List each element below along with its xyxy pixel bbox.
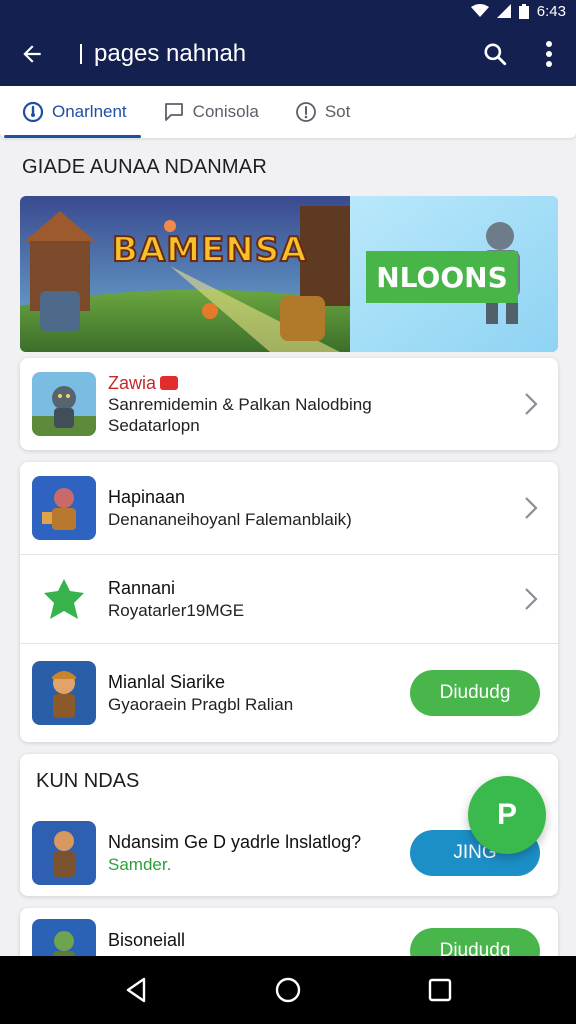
chevron-right-icon [525,588,538,610]
system-nav-bar [0,956,576,1024]
fab-label: P [496,798,517,831]
item-title: Zawia [108,372,157,393]
app-list-card: Hapinaan Denananeihoyanl Falemanblaik) R… [20,462,558,742]
chat-icon [164,103,183,121]
battery-icon [518,3,529,19]
page-title: pages nahnah [94,40,247,67]
app-thumbnail [32,567,96,631]
tab-bar: Onarlnent Conisola Sot [0,86,576,138]
tab-conisola[interactable]: Conisola [141,86,273,138]
list-item[interactable]: Zawia Sanremidemin & Palkan Nalodbing Se… [20,358,558,450]
item-description-2: Sedatarlopn [108,416,200,436]
search-query-field[interactable]: pages nahnah [80,40,468,68]
featured-banner[interactable]: BAMENSA NLOONS [20,196,558,352]
section-title: KUN NDAS [36,770,140,792]
red-badge-icon [160,375,179,390]
signal-icon [496,4,511,18]
app-thumbnail [32,476,96,540]
floating-action-button[interactable]: P [468,776,546,854]
item-title: Rannani [108,578,176,599]
status-bar: 6:43 [0,0,576,22]
tab-sot[interactable]: Sot [273,86,365,138]
list-item[interactable]: Mianlal Siarike Gyaoraein Pragbl Ralian … [20,644,558,742]
nav-home-button[interactable] [258,960,318,1020]
section-title: GIADE AUNAA NDANMAR [22,156,267,178]
banner-game-title: BAMENSA [111,229,308,271]
nav-home-icon [275,977,301,1003]
search-icon [484,43,507,66]
nav-recents-icon [428,978,452,1002]
tab-label: Onarlnent [52,102,127,121]
item-subtitle: Royatarler19MGE [108,600,245,620]
back-button[interactable] [0,22,64,86]
text-cursor [80,44,82,64]
nav-recents-button[interactable] [410,960,470,1020]
featured-item-card[interactable]: Zawia Sanremidemin & Palkan Nalodbing Se… [20,358,558,450]
list-item[interactable]: Rannani Royatarler19MGE [20,555,558,643]
tab-label: Sot [324,102,351,121]
back-arrow-icon [23,45,41,63]
search-button[interactable] [468,22,522,86]
tab-onarlnent[interactable]: Onarlnent [0,86,141,138]
item-title: Hapinaan [108,487,186,508]
chevron-right-icon [525,497,538,519]
banner-promo-text: NLOONS [376,260,508,294]
more-options-button[interactable] [522,22,576,86]
wifi-icon [470,4,489,18]
install-button[interactable]: Diududg [410,670,540,716]
app-thumbnail [32,372,96,436]
tab-label: Conisola [192,102,259,121]
item-subtitle: Denananeihoyanl Falemanblaik) [108,509,352,529]
app-thumbnail [32,661,96,725]
app-thumbnail [32,821,96,885]
nav-back-icon [126,977,146,1003]
gauge-icon [22,101,44,123]
nav-back-button[interactable] [106,960,166,1020]
banner-promo-label: NLOONS [366,251,518,303]
item-description: Sanremidemin & Palkan Nalodbing [108,395,372,414]
status-time: 6:43 [536,2,566,20]
info-icon [295,102,316,122]
chevron-right-icon [525,393,538,415]
more-vert-icon [546,41,552,67]
list-item[interactable]: Hapinaan Denananeihoyanl Falemanblaik) [20,462,558,554]
app-bar: pages nahnah [0,22,576,86]
